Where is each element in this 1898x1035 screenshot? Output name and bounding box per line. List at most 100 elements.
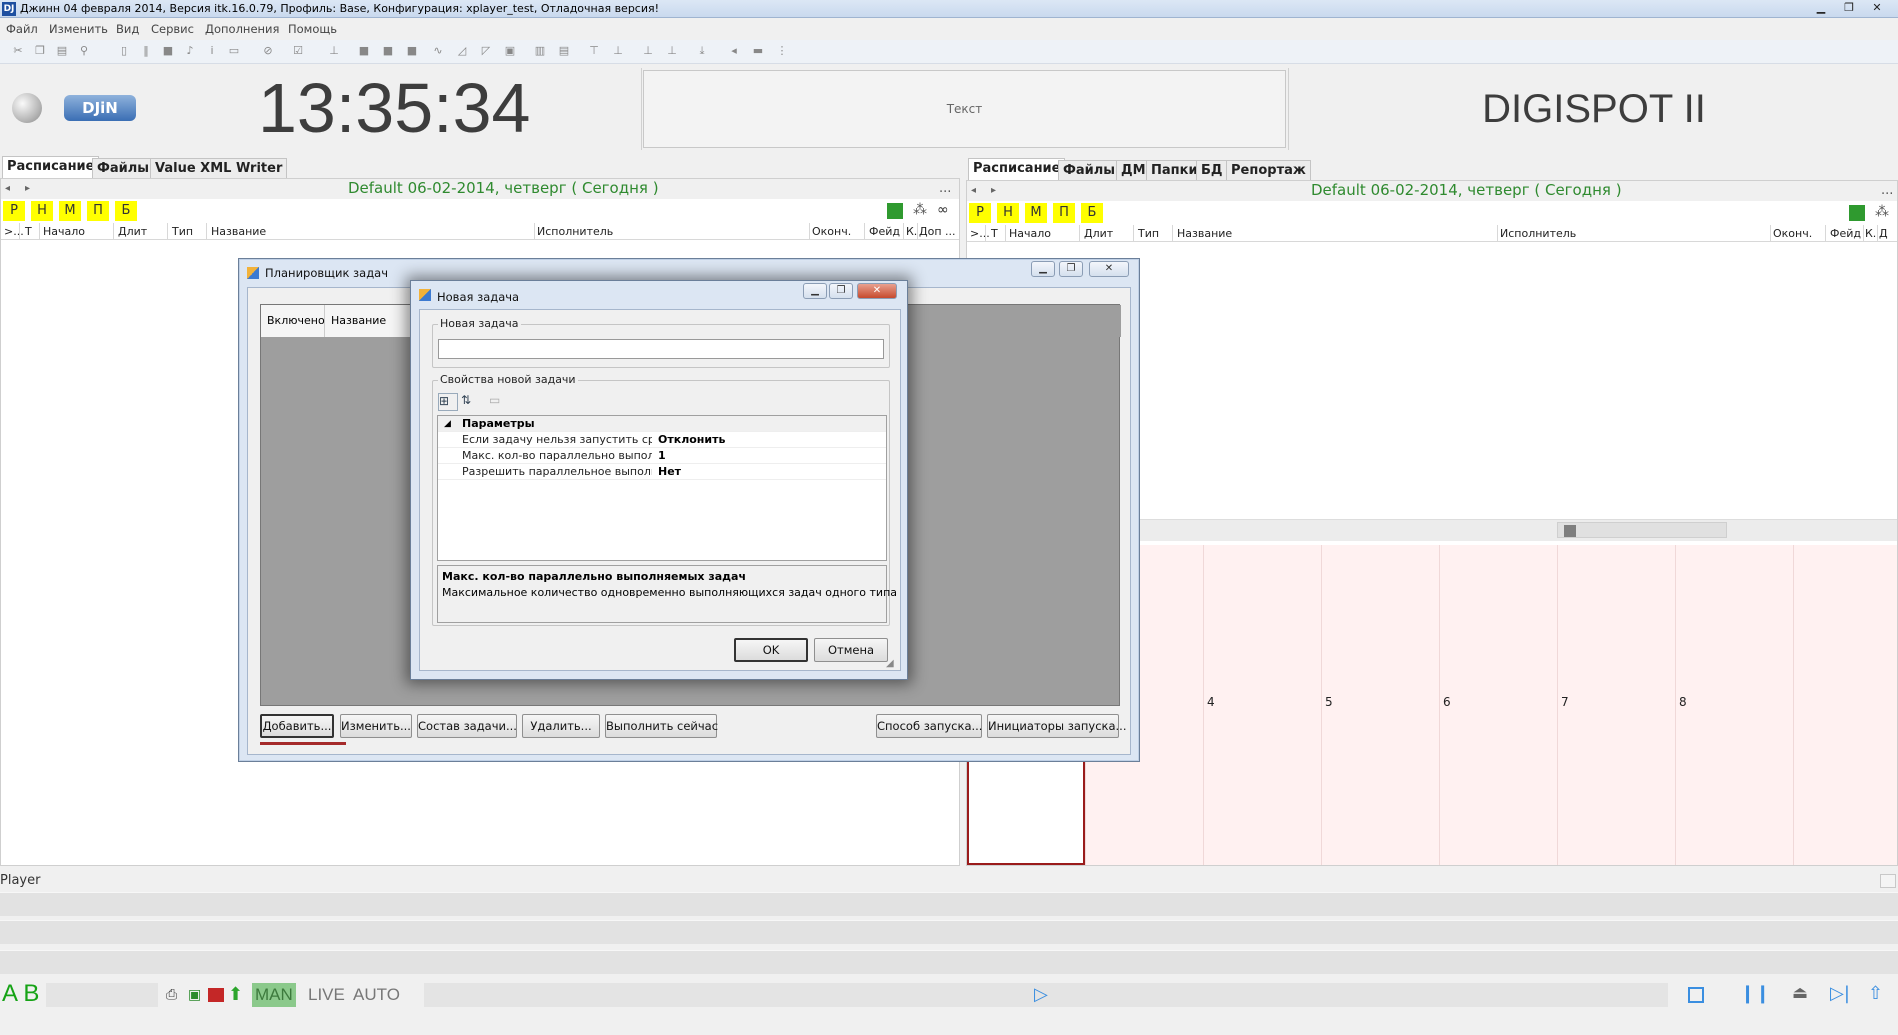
player-track-a[interactable]: [0, 892, 1898, 916]
edit-button[interactable]: Изменить...: [340, 714, 412, 738]
stop-icon[interactable]: ■: [162, 45, 174, 57]
menu-service[interactable]: Сервис: [151, 22, 194, 36]
letter-button-b[interactable]: Б: [115, 201, 137, 221]
block-icon[interactable]: ⊘: [262, 45, 274, 57]
find-icon[interactable]: ⚲: [78, 45, 90, 57]
task-composition-button[interactable]: Состав задачи...: [417, 714, 517, 738]
up-icon[interactable]: ⇧: [1868, 983, 1883, 1004]
minimize-icon[interactable]: ▁: [1810, 0, 1832, 16]
letter-button-r[interactable]: Р: [969, 203, 991, 223]
col-k[interactable]: К.: [1865, 227, 1876, 240]
maximize-icon[interactable]: ❐: [1059, 261, 1083, 277]
stop-icon[interactable]: [1688, 987, 1704, 1003]
text-display[interactable]: Текст: [643, 70, 1286, 148]
sort-az-icon[interactable]: ⇅: [461, 393, 481, 411]
eject-icon[interactable]: ⏏: [1792, 983, 1808, 1003]
monitor-icon[interactable]: [887, 203, 903, 219]
col-end[interactable]: Оконч.: [812, 225, 851, 238]
col-extra[interactable]: Д: [1879, 227, 1888, 240]
col-duration[interactable]: Длит: [118, 225, 147, 238]
stop2-icon[interactable]: ■: [358, 45, 370, 57]
stop3-icon[interactable]: ■: [382, 45, 394, 57]
minimize-icon[interactable]: ▁: [1031, 261, 1055, 277]
player-track-c[interactable]: [0, 950, 1898, 974]
categorized-icon[interactable]: ⊞: [438, 393, 458, 411]
letter-button-n[interactable]: Н: [997, 203, 1019, 223]
up-arrow-icon[interactable]: ⬆: [228, 984, 243, 1005]
col-end[interactable]: Оконч.: [1773, 227, 1812, 240]
col-fade[interactable]: Фейд: [869, 225, 900, 238]
network-icon[interactable]: ⁂: [1875, 204, 1889, 220]
letter-button-p[interactable]: П: [1053, 203, 1075, 223]
col-artist[interactable]: Исполнитель: [1500, 227, 1576, 240]
letter-button-m[interactable]: М: [1025, 203, 1047, 223]
col-task-name[interactable]: Название: [325, 305, 415, 337]
letter-button-r[interactable]: Р: [3, 201, 25, 221]
player-options-icon[interactable]: [1880, 874, 1896, 888]
col-artist[interactable]: Исполнитель: [537, 225, 613, 238]
next-day-icon[interactable]: ▸: [991, 185, 996, 196]
property-pages-icon[interactable]: ▭: [489, 393, 507, 411]
task-name-input[interactable]: [438, 339, 884, 359]
info-icon[interactable]: ⅰ: [206, 45, 218, 57]
prev-day-icon[interactable]: ◂: [5, 183, 10, 194]
minimize-icon[interactable]: ▁: [803, 283, 827, 299]
cancel-button[interactable]: Отмена: [814, 638, 888, 662]
col-type-t[interactable]: Т: [25, 225, 32, 238]
fade-icon[interactable]: ◿: [456, 45, 468, 57]
restore-icon[interactable]: ❐: [1838, 0, 1860, 16]
close-icon[interactable]: ✕: [1866, 0, 1888, 16]
page-icon[interactable]: ▯: [118, 45, 130, 57]
minus-icon[interactable]: ▬: [752, 45, 764, 57]
mode-live-button[interactable]: LIVE: [305, 983, 348, 1007]
pause-icon[interactable]: ❙❙: [1740, 983, 1770, 1004]
mode-auto-button[interactable]: AUTO: [350, 983, 403, 1007]
property-row[interactable]: Разрешить параллельное выполнени Нет: [438, 464, 886, 480]
download-icon[interactable]: ⤓: [696, 45, 708, 57]
alert-icon[interactable]: [208, 988, 224, 1002]
comment-icon[interactable]: ▭: [228, 45, 240, 57]
collapse-icon[interactable]: ◢: [444, 416, 451, 432]
property-category[interactable]: ◢ Параметры: [438, 416, 886, 432]
doc-icon[interactable]: ▥: [534, 45, 546, 57]
tab-files[interactable]: Файлы: [92, 158, 155, 178]
lock-icon[interactable]: ▣: [188, 987, 201, 1003]
col-enabled[interactable]: Включено: [261, 305, 325, 337]
col-duration[interactable]: Длит: [1084, 227, 1113, 240]
launch-method-button[interactable]: Способ запуска...: [876, 714, 982, 738]
col-start[interactable]: Начало: [1009, 227, 1051, 240]
col-fade[interactable]: Фейд: [1830, 227, 1861, 240]
close-icon[interactable]: ✕: [857, 283, 897, 299]
list-icon[interactable]: ⋮: [776, 45, 788, 57]
col-expand[interactable]: >...: [970, 227, 990, 240]
col-type[interactable]: Тип: [1138, 227, 1159, 240]
mode-man-button[interactable]: MAN: [252, 983, 296, 1007]
fade2-icon[interactable]: ◸: [480, 45, 492, 57]
check-icon[interactable]: ☑: [292, 45, 304, 57]
grid-scroll-track[interactable]: [1557, 522, 1727, 538]
tab-value-xml-writer[interactable]: Value XML Writer: [150, 158, 288, 178]
pic-icon[interactable]: ▣: [504, 45, 516, 57]
volume-icon[interactable]: ◂: [728, 45, 740, 57]
resize-grip-icon[interactable]: ◢: [886, 658, 894, 669]
property-grid[interactable]: ◢ Параметры Если задачу нельзя запустить…: [437, 415, 887, 561]
tab-files[interactable]: Файлы: [1058, 160, 1121, 180]
menu-edit[interactable]: Изменить: [49, 22, 108, 36]
move-up-icon[interactable]: ⊤: [588, 45, 600, 57]
menu-help[interactable]: Помощь: [288, 22, 337, 36]
cart-cell[interactable]: 6: [1439, 545, 1557, 865]
letter-button-p[interactable]: П: [87, 201, 109, 221]
menu-file[interactable]: Файл: [6, 22, 38, 36]
tab-folders[interactable]: Папки: [1146, 160, 1203, 180]
cart-cell[interactable]: [1793, 545, 1897, 865]
close-icon[interactable]: ✕: [1089, 261, 1129, 277]
ok-button[interactable]: OK: [734, 638, 808, 662]
cart-cell[interactable]: 8: [1675, 545, 1793, 865]
add-button[interactable]: Добавить...: [260, 714, 334, 738]
mic-icon[interactable]: ♪: [184, 45, 196, 57]
col-expand[interactable]: >...: [4, 225, 24, 238]
col-type-t[interactable]: Т: [991, 227, 998, 240]
launch-initiators-button[interactable]: Инициаторы запуска...: [987, 714, 1126, 738]
letter-button-n[interactable]: Н: [31, 201, 53, 221]
cut-icon[interactable]: ✂: [12, 45, 24, 57]
